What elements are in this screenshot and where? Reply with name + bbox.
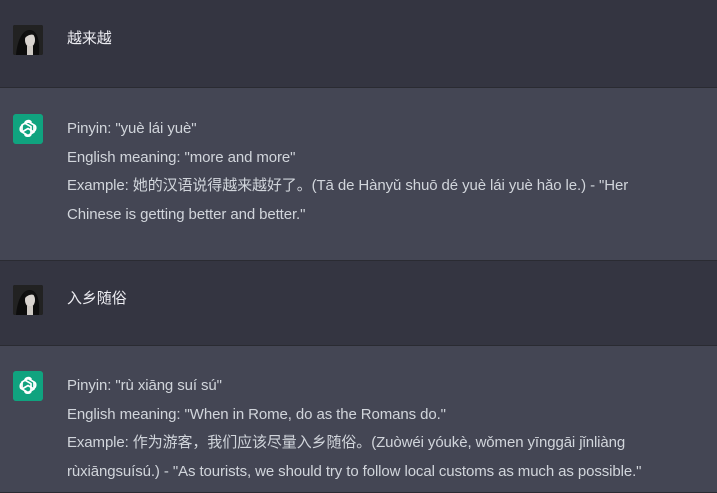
assistant-message: Pinyin: "rù xiāng suí sú" English meanin… [0,346,717,493]
chatgpt-logo-icon [13,371,43,401]
assistant-message-text: Pinyin: "yuè lái yuè" English meaning: "… [67,115,709,229]
example-line: Example: 作为游客，我们应该尽量入乡随俗。(Zuòwéi yóukè, … [67,434,626,451]
pinyin-line: Pinyin: "yuè lái yuè" [67,120,197,137]
user-message: 越来越 [0,0,717,88]
chatgpt-logo-icon [13,114,43,144]
pinyin-line: Pinyin: "rù xiāng suí sú" [67,377,222,394]
assistant-message: Pinyin: "yuè lái yuè" English meaning: "… [0,88,717,261]
user-avatar [13,285,43,315]
meaning-line: English meaning: "more and more" [67,148,296,166]
assistant-message-text: Pinyin: "rù xiāng suí sú" English meanin… [67,372,709,486]
user-avatar [13,25,43,55]
example-line-continued: Chinese is getting better and better." [67,205,306,223]
user-message-text: 入乡随俗 [67,290,127,307]
user-message-text: 越来越 [67,30,112,47]
meaning-line: English meaning: "When in Rome, do as th… [67,405,446,423]
user-message: 入乡随俗 [0,261,717,346]
example-line-continued: rùxiāngsuísú.) - "As tourists, we should… [67,462,642,480]
example-line: Example: 她的汉语说得越来越好了。(Tā de Hànyǔ shuō d… [67,177,629,194]
chat-thread: 越来越 Pinyin: "yuè lái yuè" English meanin… [0,0,717,493]
